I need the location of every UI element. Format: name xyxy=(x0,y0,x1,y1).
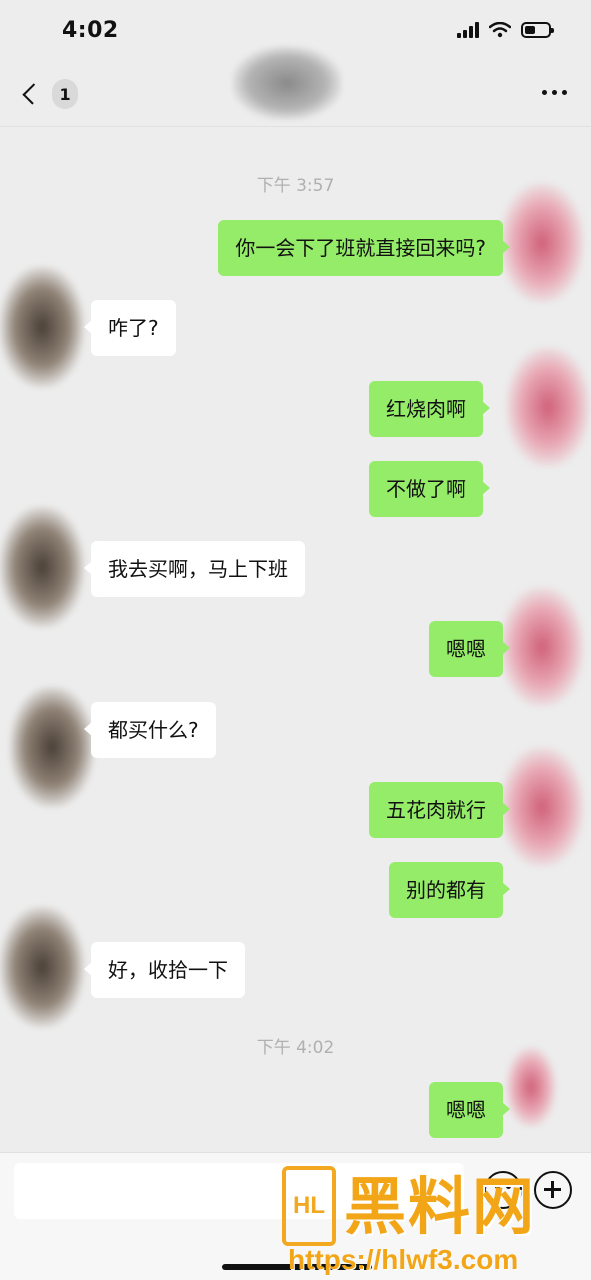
avatar[interactable] xyxy=(500,747,584,867)
avatar[interactable] xyxy=(506,347,590,467)
message-bubble-outgoing[interactable]: 你一会下了班就直接回来吗? xyxy=(218,220,510,276)
message-bubble-outgoing[interactable]: 嗯嗯 xyxy=(429,1082,510,1138)
watermark-url: https://hlwf3.com xyxy=(288,1244,519,1275)
status-icons xyxy=(457,22,554,38)
avatar[interactable] xyxy=(0,267,84,387)
message-bubble-outgoing[interactable]: 红烧肉啊 xyxy=(369,381,490,437)
message-bubble-incoming[interactable]: 咋了? xyxy=(84,300,176,356)
avatar[interactable] xyxy=(500,183,584,303)
watermark-logo-text: HL xyxy=(293,1192,325,1219)
timestamp: 下午 4:02 xyxy=(256,1038,335,1058)
message-bubble-outgoing[interactable]: 不做了啊 xyxy=(369,461,490,517)
avatar[interactable] xyxy=(506,1047,556,1127)
message-bubble-incoming[interactable]: 我去买啊，马上下班 xyxy=(84,541,305,597)
plus-icon[interactable] xyxy=(534,1171,572,1209)
avatar[interactable] xyxy=(0,907,84,1027)
timestamp: 下午 3:57 xyxy=(256,176,335,196)
avatar[interactable] xyxy=(0,507,84,627)
message-bubble-outgoing[interactable]: 嗯嗯 xyxy=(429,621,510,677)
message-bubble-outgoing[interactable]: 别的都有 xyxy=(389,862,510,918)
unread-count-badge: 1 xyxy=(52,79,78,109)
watermark-logo: HL xyxy=(282,1166,336,1246)
message-bubble-incoming[interactable]: 都买什么? xyxy=(84,702,216,758)
chevron-left-icon xyxy=(22,83,44,105)
back-button[interactable]: 1 xyxy=(18,76,78,112)
battery-icon xyxy=(521,22,554,38)
more-options-button[interactable] xyxy=(542,90,567,95)
avatar[interactable] xyxy=(10,687,94,807)
battery-level xyxy=(525,26,535,34)
wifi-icon xyxy=(489,22,511,38)
message-bubble-incoming[interactable]: 好，收拾一下 xyxy=(84,942,245,998)
avatar[interactable] xyxy=(500,587,584,707)
signal-icon xyxy=(457,22,479,38)
blurred-contact-name xyxy=(232,46,342,120)
message-bubble-outgoing[interactable]: 五花肉就行 xyxy=(369,782,510,838)
message-list[interactable]: 下午 3:57 你一会下了班就直接回来吗? 咋了? 红烧肉啊 不做了啊 我去买啊… xyxy=(0,127,591,1152)
watermark-name: 黑料网 xyxy=(344,1170,537,1243)
status-time: 4:02 xyxy=(62,18,119,43)
chat-screen: 4:02 1 下午 3:57 你一会下了班就直接回来吗? 咋了? 红烧肉啊 不做… xyxy=(0,0,591,1280)
